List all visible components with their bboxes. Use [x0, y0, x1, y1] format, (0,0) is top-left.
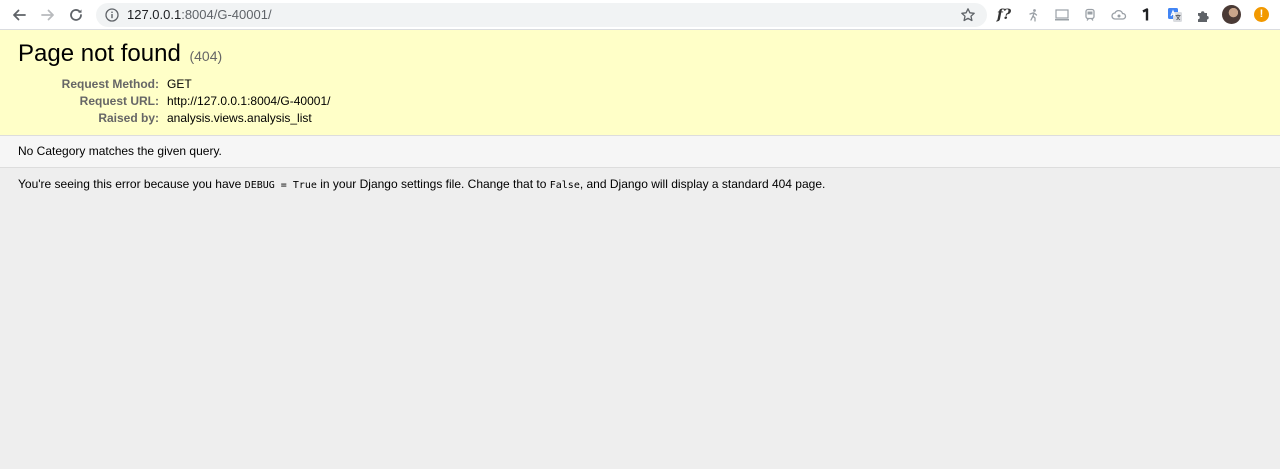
page-title: Page not found (404): [18, 39, 222, 71]
profile-avatar[interactable]: [1222, 5, 1241, 24]
runner-icon: [1029, 9, 1038, 22]
extension-f-label: f?: [996, 7, 1012, 23]
train-icon: [1085, 8, 1095, 21]
error-message: No Category matches the given query.: [18, 144, 222, 158]
cloud-sync-icon: [1111, 9, 1127, 20]
extension-f-button[interactable]: f?: [995, 6, 1013, 24]
url-host: 127.0.0.1: [127, 7, 182, 22]
arrow-left-icon: [13, 9, 26, 21]
debug-explanation: You're seeing this error because you hav…: [0, 168, 1280, 469]
extension-screen-button[interactable]: [1053, 6, 1071, 24]
one-icon: [1142, 8, 1149, 21]
explanation-part-2: in your Django settings file. Change tha…: [316, 177, 550, 191]
false-value-code: False: [549, 180, 580, 191]
forward-button[interactable]: [37, 4, 59, 26]
browser-toolbar: 127.0.0.1:8004/G-40001/ f? !: [0, 0, 1280, 30]
extension-one-button[interactable]: [1137, 6, 1155, 24]
request-url-row: Request URL: http://127.0.0.1:8004/G-400…: [18, 93, 331, 110]
raised-by-row: Raised by: analysis.views.analysis_list: [18, 110, 330, 127]
reload-icon: [70, 9, 82, 21]
request-info-table: Request Method: GET Request URL: http://…: [18, 76, 331, 127]
request-method-label: Request Method:: [61, 77, 159, 91]
arrow-right-icon: [41, 9, 54, 21]
explanation-part-1: You're seeing this error because you hav…: [18, 177, 245, 191]
error-info: No Category matches the given query.: [0, 136, 1280, 168]
extensions-menu-button[interactable]: [1194, 6, 1212, 24]
url-path: :8004/G-40001/: [181, 7, 272, 22]
url-text[interactable]: 127.0.0.1:8004/G-40001/: [127, 7, 272, 23]
extension-runner-button[interactable]: [1024, 6, 1042, 24]
explanation-text: You're seeing this error because you hav…: [18, 177, 825, 191]
request-url-label: Request URL:: [79, 94, 159, 108]
page-title-text: Page not found: [18, 40, 181, 67]
address-bar[interactable]: 127.0.0.1:8004/G-40001/: [96, 3, 987, 27]
raised-by-label: Raised by:: [98, 111, 159, 125]
request-method-row: Request Method: GET: [18, 76, 330, 93]
info-icon[interactable]: [105, 8, 119, 22]
status-code: (404): [189, 48, 223, 64]
debug-setting-code: DEBUG = True: [244, 180, 317, 191]
google-translate-icon: [1168, 8, 1182, 22]
screen-icon: [1055, 9, 1069, 21]
extension-train-button[interactable]: [1081, 6, 1099, 24]
request-url-value: http://127.0.0.1:8004/G-40001/: [167, 94, 331, 108]
extension-translate-button[interactable]: [1166, 6, 1184, 24]
request-method-value: GET: [167, 77, 192, 91]
extension-cloud-button[interactable]: [1110, 6, 1128, 24]
reload-button[interactable]: [65, 4, 87, 26]
puzzle-piece-icon: [1197, 10, 1209, 22]
bookmark-star-icon[interactable]: [960, 7, 976, 23]
update-alert-badge[interactable]: !: [1254, 7, 1269, 22]
explanation-part-3: , and Django will display a standard 404…: [579, 177, 826, 191]
raised-by-value: analysis.views.analysis_list: [167, 111, 312, 125]
back-button[interactable]: [8, 4, 30, 26]
error-summary: Page not found (404) Request Method: GET…: [0, 30, 1280, 136]
